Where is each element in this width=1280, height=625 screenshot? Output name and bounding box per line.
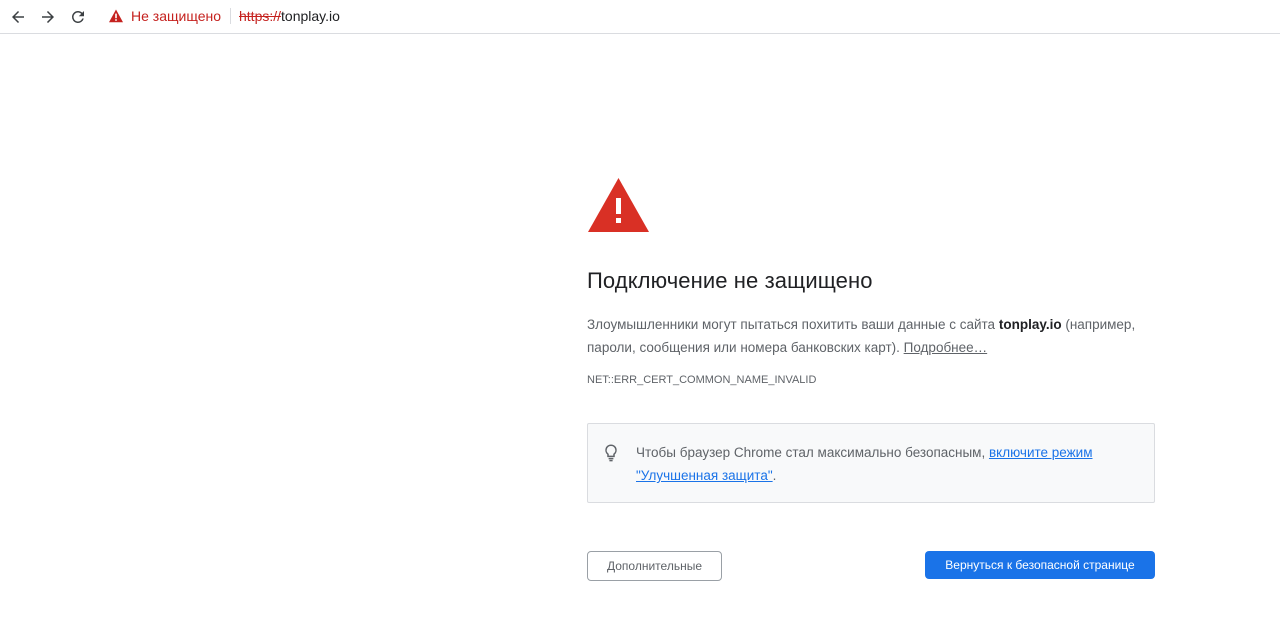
advanced-button[interactable]: Дополнительные (587, 551, 722, 581)
enhanced-suffix: . (772, 468, 777, 483)
address-bar[interactable]: Не защищено https://tonplay.io (100, 2, 340, 30)
back-button[interactable] (5, 4, 31, 30)
reload-icon (71, 10, 84, 23)
back-arrow-icon (12, 11, 24, 23)
page-title: Подключение не защищено (587, 268, 873, 293)
learn-more-link[interactable]: Подробнее… (904, 340, 988, 355)
warning-triangle-icon (588, 178, 649, 232)
error-code: NET::ERR_CERT_COMMON_NAME_INVALID (587, 374, 817, 386)
omnibox-divider (230, 8, 231, 24)
security-status-label[interactable]: Не защищено (131, 8, 221, 24)
back-to-safety-button[interactable]: Вернуться к безопасной странице (925, 551, 1155, 579)
reload-button[interactable] (65, 4, 91, 30)
forward-button[interactable] (35, 4, 61, 30)
enhanced-protection-text: Чтобы браузер Chrome стал максимально бе… (636, 441, 1136, 487)
warning-triangle-icon[interactable] (108, 8, 124, 24)
explanation-prefix: Злоумышленники могут пытаться похитить в… (587, 317, 999, 332)
url-host: tonplay.io (281, 8, 340, 24)
lightbulb-icon (605, 444, 617, 462)
site-name: tonplay.io (998, 317, 1062, 332)
enhanced-prefix: Чтобы браузер Chrome стал максимально бе… (636, 445, 989, 460)
browser-toolbar: Не защищено https://tonplay.io (0, 0, 1280, 34)
forward-arrow-icon (42, 11, 54, 23)
url-scheme: https:// (239, 8, 282, 24)
enhanced-protection-box: Чтобы браузер Chrome стал максимально бе… (587, 423, 1155, 503)
warning-explanation: Злоумышленники могут пытаться похитить в… (587, 313, 1155, 359)
